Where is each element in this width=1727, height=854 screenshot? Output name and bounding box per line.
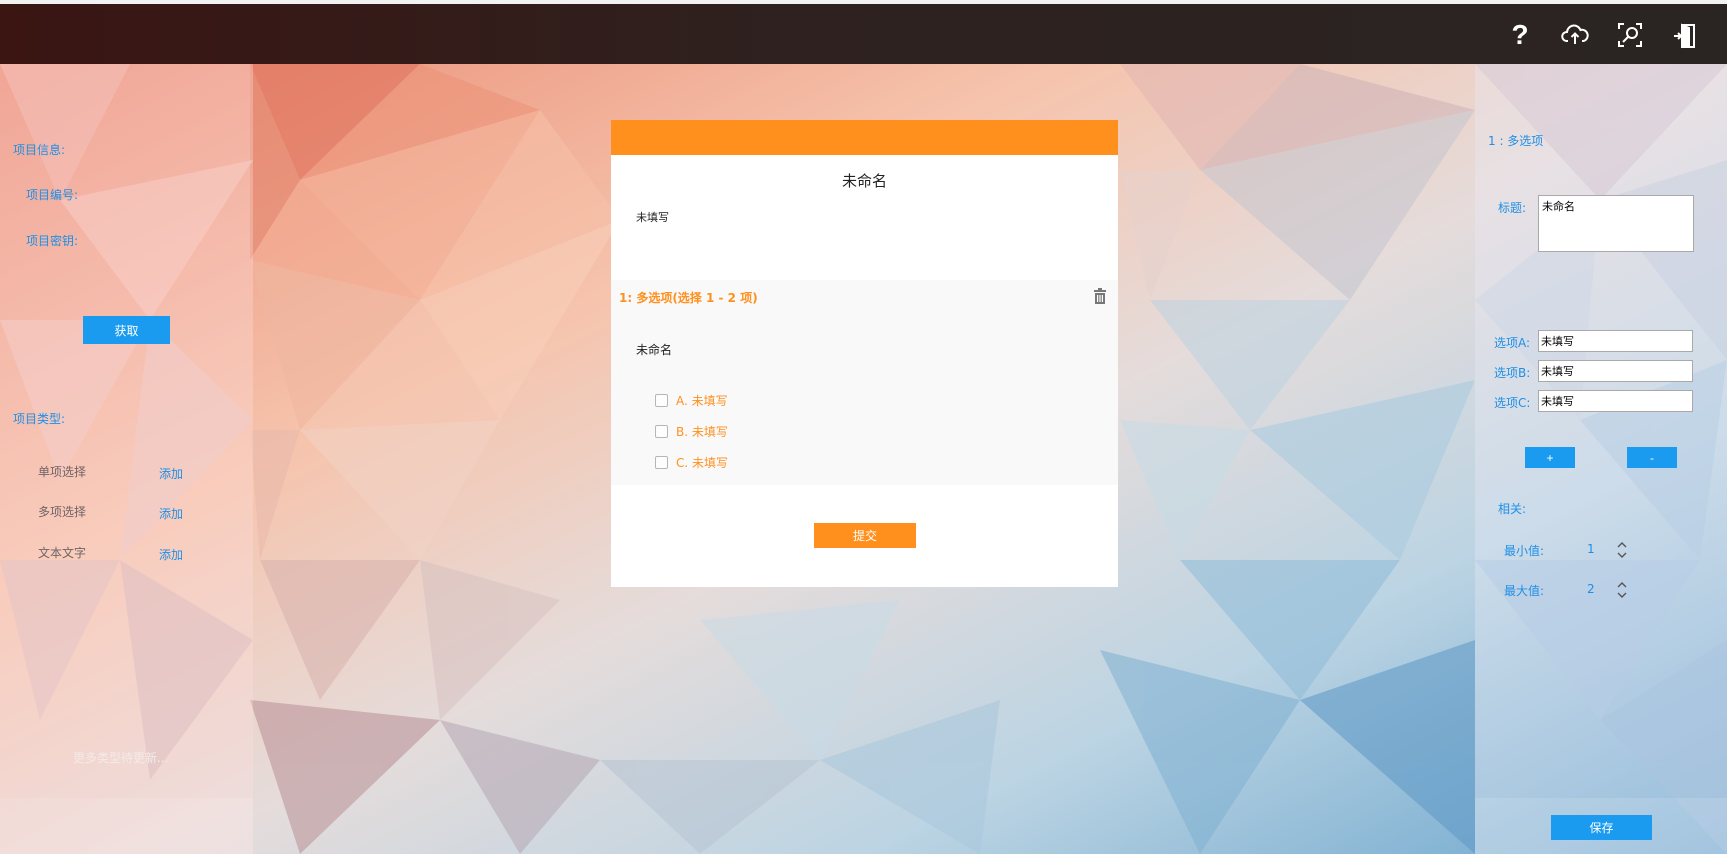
cloud-upload-icon[interactable] (1560, 20, 1590, 50)
question-block[interactable]: 1: 多选项(选择 1 - 2 项) 未命名 A. 未填写 B. 未填写 C. (611, 280, 1118, 485)
add-option-button[interactable]: + (1525, 447, 1575, 468)
max-value-stepper[interactable] (1615, 579, 1629, 601)
help-icon[interactable]: ? (1505, 19, 1535, 50)
left-bottom-band (0, 798, 253, 854)
left-sidebar: 项目信息: 项目编号: 项目密钥: 获取 项目类型: 单项选择 添加 多项选择 … (0, 64, 253, 854)
project-key-label: 项目密钥: (26, 234, 79, 248)
fetch-button[interactable]: 获取 (83, 316, 170, 344)
remove-option-button[interactable]: - (1627, 447, 1677, 468)
option-b-label: 选项B: (1494, 366, 1531, 380)
option-a-input[interactable] (1538, 330, 1693, 352)
max-value-label: 最大值: (1504, 584, 1545, 598)
right-properties-panel: 1 : 多选项 标题: 未命名 选项A: 选项B: 选项C: + - 相关: 最… (1475, 64, 1727, 854)
option-checkbox[interactable] (655, 455, 668, 469)
option-label: C. 未填写 (676, 455, 729, 470)
form-title: 未命名 (841, 172, 887, 190)
type-multiple-choice: 多项选择 (38, 505, 87, 519)
title-label: 标题: (1498, 201, 1527, 215)
title-textarea[interactable]: 未命名 (1538, 195, 1694, 252)
question-text: 未命名 (636, 343, 673, 357)
option-checkbox[interactable] (655, 393, 668, 407)
option-label: B. 未填写 (676, 424, 728, 439)
min-value-stepper[interactable] (1615, 539, 1629, 561)
exit-icon[interactable] (1670, 20, 1700, 50)
form-header-bar (611, 120, 1118, 155)
type-text: 文本文字 (38, 546, 87, 560)
add-multiple-choice-link[interactable]: 添加 (159, 505, 183, 522)
add-single-choice-link[interactable]: 添加 (159, 465, 183, 482)
related-label: 相关: (1498, 502, 1527, 516)
option-row-c[interactable]: C. 未填写 (655, 453, 728, 471)
option-a-label: 选项A: (1494, 336, 1531, 350)
app-window: ? 项目信息: 项目编号: 项目密钥: 获取 项目类型: 单项选择 添加 多项选… (0, 0, 1727, 854)
trash-icon[interactable] (1093, 288, 1107, 304)
min-value: 1 (1587, 542, 1595, 556)
option-c-input[interactable] (1538, 390, 1693, 412)
max-value: 2 (1587, 582, 1595, 596)
option-row-b[interactable]: B. 未填写 (655, 422, 728, 440)
top-toolbar: ? (0, 4, 1727, 64)
form-preview-card: 未命名 未填写 1: 多选项(选择 1 - 2 项) 未命名 A. 未填写 B.… (611, 120, 1118, 587)
option-c-label: 选项C: (1494, 396, 1531, 410)
min-value-label: 最小值: (1504, 544, 1545, 558)
project-info-label: 项目信息: (13, 143, 66, 157)
option-label: A. 未填写 (676, 393, 728, 408)
option-b-input[interactable] (1538, 360, 1693, 382)
option-row-a[interactable]: A. 未填写 (655, 391, 728, 409)
more-types-note: 更多类型待更新... (73, 751, 169, 765)
form-description: 未填写 (636, 211, 669, 224)
search-icon[interactable] (1615, 20, 1645, 50)
project-number-label: 项目编号: (26, 188, 79, 202)
submit-button[interactable]: 提交 (814, 523, 916, 548)
save-button[interactable]: 保存 (1551, 815, 1652, 840)
question-heading: 1: 多选项(选择 1 - 2 项) (619, 291, 758, 305)
selected-question-label: 1 : 多选项 (1488, 134, 1544, 148)
type-single-choice: 单项选择 (38, 465, 87, 479)
option-checkbox[interactable] (655, 424, 668, 438)
project-type-label: 项目类型: (13, 412, 66, 426)
add-text-link[interactable]: 添加 (159, 546, 183, 563)
